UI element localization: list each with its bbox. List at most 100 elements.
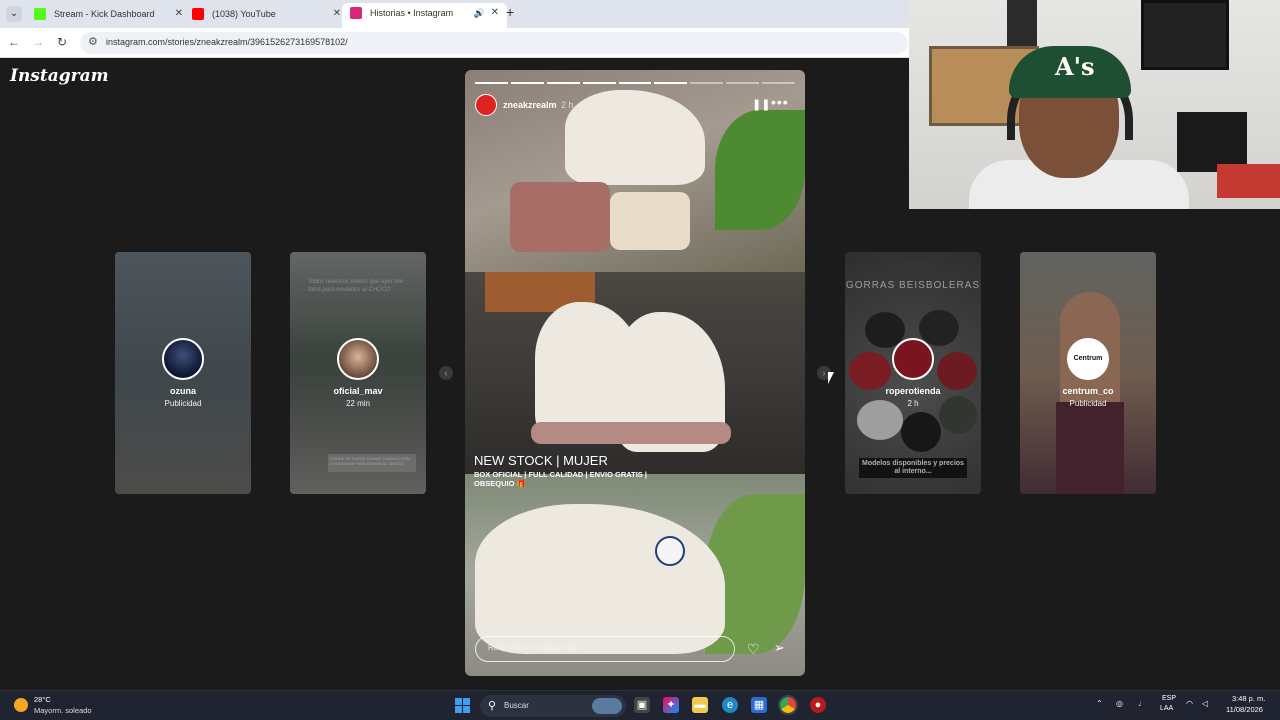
preview-subtitle: Publicidad	[1069, 399, 1107, 408]
progress-segment	[654, 82, 688, 84]
preview-username: roperotienda	[885, 386, 941, 396]
progress-segment	[546, 82, 580, 84]
sneaker-sole	[531, 422, 731, 444]
more-options-icon[interactable]: •••	[771, 94, 789, 110]
wall-poster	[1007, 0, 1037, 50]
kick-favicon-icon	[34, 8, 46, 20]
avatar	[162, 338, 204, 380]
progress-segment	[475, 82, 508, 84]
copilot-icon[interactable]: ✦	[663, 697, 679, 713]
like-heart-icon[interactable]: ♡	[747, 641, 760, 658]
story-preview-oficial-mav[interactable]: Todos nuestros videos que ayer me fotos …	[290, 252, 426, 494]
story-image-panel-2	[465, 272, 805, 474]
webcam-overlay: A's	[909, 0, 1280, 209]
sneaker	[475, 504, 725, 654]
instagram-favicon-icon	[350, 7, 362, 19]
search-label: Buscar	[504, 701, 529, 710]
address-bar[interactable]: ⚙ instagram.com/stories/zneakzrealm/3961…	[80, 32, 908, 54]
chrome-icon[interactable]	[778, 695, 798, 715]
story-preview-centrum-co[interactable]: Centrum centrum_co Publicidad	[1020, 252, 1156, 494]
edge-browser-icon[interactable]: e	[722, 697, 738, 713]
sneaker	[565, 90, 705, 185]
file-explorer-icon[interactable]: ▬	[692, 697, 708, 713]
previous-story-arrow-icon[interactable]: ‹	[439, 366, 453, 380]
reply-field[interactable]	[475, 636, 735, 662]
story-username[interactable]: zneakzrealm	[503, 100, 557, 110]
reply-input[interactable]	[488, 643, 718, 652]
windows-start-icon[interactable]	[455, 698, 470, 713]
story-preview-ozuna[interactable]: ozuna Publicidad	[115, 252, 251, 494]
avatar: Centrum	[1067, 338, 1109, 380]
new-tab-button[interactable]: +	[506, 4, 514, 20]
search-icon: ⚲	[488, 700, 497, 712]
chevron-up-icon[interactable]: ⌃	[1096, 699, 1103, 708]
progress-segment	[762, 82, 796, 84]
sneaker-sole	[510, 182, 610, 252]
taskbar-search[interactable]: ⚲ Buscar	[480, 695, 626, 717]
weather-sun-icon[interactable]	[14, 698, 28, 712]
star-patch-icon	[655, 536, 685, 566]
avatar[interactable]	[475, 94, 497, 116]
close-icon[interactable]: ✕	[333, 4, 341, 24]
clock-time[interactable]: 3:48 p. m.	[1232, 694, 1265, 703]
microphone-icon[interactable]: ♩	[1138, 699, 1146, 708]
weather-temperature[interactable]: 28°C	[34, 695, 51, 704]
site-info-icon[interactable]: ⚙	[88, 35, 98, 48]
tray-app-icon[interactable]: ◎	[1116, 699, 1123, 708]
story-overlay-title: NEW STOCK | MUJER	[474, 453, 608, 468]
keyboard-layout-indicator[interactable]: LAA	[1160, 705, 1173, 712]
forward-icon[interactable]: →	[30, 34, 46, 50]
story-timestamp: 2 h	[561, 100, 574, 110]
tab-title: Stream - Kick Dashboard	[54, 9, 155, 19]
story-progress-bar	[475, 82, 796, 84]
active-story[interactable]: zneakzrealm 2 h ❚❚ ••• NEW STOCK | MUJER…	[465, 70, 805, 676]
story-overlay-subtitle: BOX OFICIAL | FULL CALIDAD | ENVIO GRATI…	[474, 470, 647, 488]
tab-youtube[interactable]: (1038) YouTube ✕	[184, 4, 349, 28]
story-preview-roperotienda[interactable]: GORRAS BEISBOLERAS Modelos disponibles y…	[845, 252, 981, 494]
youtube-favicon-icon	[192, 8, 204, 20]
language-indicator[interactable]: ESP	[1162, 695, 1176, 702]
windows-taskbar: 28°C Mayorm. soleado ⚲ Buscar ▣ ✦ ▬ e ▦ …	[0, 690, 1280, 720]
clock-date[interactable]: 11/08/2026	[1226, 705, 1263, 714]
instagram-logo[interactable]: Instagram	[10, 66, 109, 86]
sneaker-sole	[610, 192, 690, 250]
progress-segment	[618, 82, 652, 84]
url-text[interactable]: instagram.com/stories/zneakzrealm/396152…	[106, 37, 348, 47]
speaker-shelf	[1177, 112, 1247, 172]
avatar	[892, 338, 934, 380]
search-highlight-image	[592, 698, 622, 714]
preview-username: oficial_mav	[333, 386, 383, 396]
mouse-cursor-icon	[828, 372, 834, 384]
pause-icon[interactable]: ❚❚	[752, 98, 770, 111]
obs-app-icon[interactable]: ●	[810, 697, 826, 713]
progress-segment	[726, 82, 760, 84]
tab-kick-dashboard[interactable]: Stream - Kick Dashboard ✕	[26, 4, 191, 28]
progress-segment	[582, 82, 616, 84]
task-view-icon[interactable]: ▣	[634, 697, 650, 713]
tab-title: Historias • Instagram	[370, 8, 454, 18]
avatar	[337, 338, 379, 380]
preview-username: centrum_co	[1062, 386, 1114, 396]
tab-title: (1038) YouTube	[212, 9, 276, 19]
close-icon[interactable]: ✕	[491, 3, 499, 23]
preview-subtitle: 22 min	[345, 399, 370, 408]
close-icon[interactable]: ✕	[175, 4, 183, 24]
wifi-icon[interactable]: ◠	[1186, 699, 1193, 708]
reload-icon[interactable]: ↻	[54, 34, 70, 50]
progress-segment	[690, 82, 724, 84]
weather-description[interactable]: Mayorm. soleado	[34, 706, 92, 715]
progress-segment	[510, 82, 544, 84]
send-icon[interactable]: ➢	[774, 640, 785, 656]
back-icon[interactable]: ←	[6, 34, 22, 50]
tab-instagram[interactable]: Historias • Instagram 🔊 ✕	[342, 3, 507, 28]
preview-subtitle: Publicidad	[164, 399, 202, 408]
microsoft-store-icon[interactable]: ▦	[751, 697, 767, 713]
speaker-icon[interactable]: ◁	[1202, 699, 1208, 708]
plant-leaf	[715, 110, 805, 230]
speaker-icon[interactable]: 🔊	[474, 3, 485, 23]
wall-tv	[1141, 0, 1229, 70]
shoe-box	[1217, 164, 1280, 198]
cap-logo: A's	[1055, 52, 1095, 81]
preview-subtitle: 2 h	[907, 399, 919, 408]
tab-search-icon[interactable]: ⌄	[6, 6, 22, 22]
